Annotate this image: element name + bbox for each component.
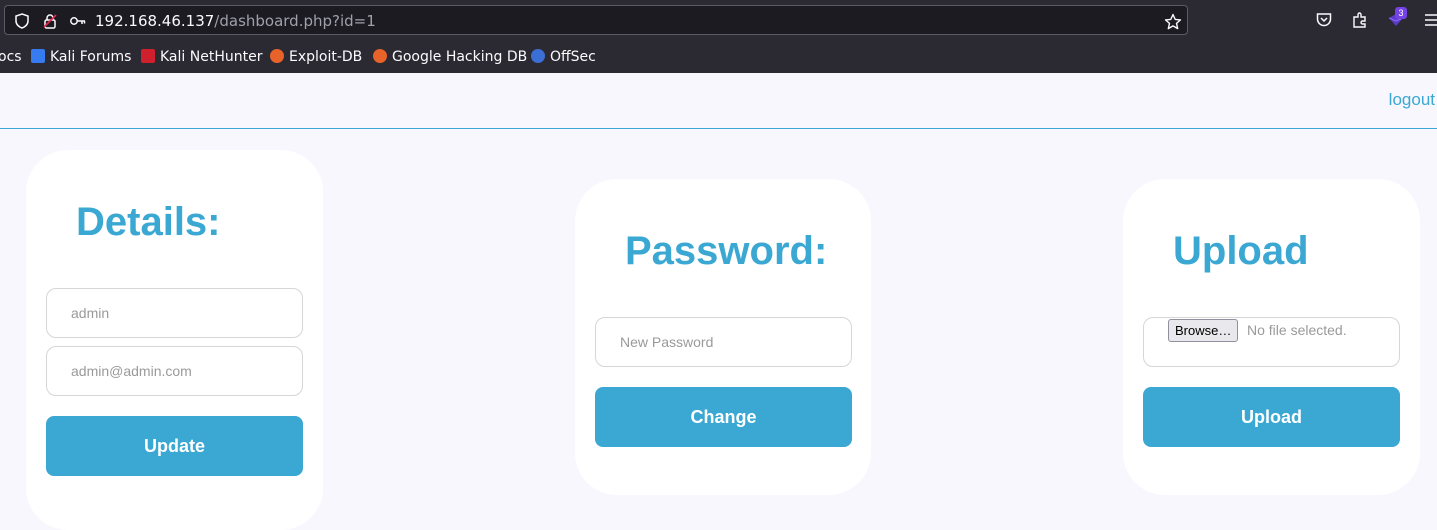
bookmark-label: Google Hacking DB [392, 49, 528, 65]
ghdb-icon [373, 49, 387, 63]
update-button[interactable]: Update [46, 416, 303, 476]
bookmark-star-icon[interactable] [1164, 13, 1182, 30]
bookmark-exploit-db[interactable]: Exploit-DB [270, 48, 362, 66]
browse-button[interactable]: Browse… [1168, 319, 1239, 342]
extensions-icon[interactable] [1351, 11, 1369, 29]
bookmark-offsec[interactable]: OffSec [531, 48, 596, 66]
bookmark-label: OffSec [550, 49, 596, 65]
bookmark-docs[interactable]: ocs [0, 48, 22, 66]
bookmark-kali-forums[interactable]: Kali Forums [31, 48, 131, 66]
upload-card: Upload Browse… No file selected. Upload [1123, 179, 1420, 495]
shield-icon[interactable] [14, 13, 30, 29]
bookmark-label: Kali NetHunter [160, 49, 263, 65]
key-icon[interactable] [69, 13, 86, 29]
bookmark-label: Kali Forums [50, 49, 132, 65]
nethunter-icon [141, 49, 155, 63]
logout-link[interactable]: logout [1389, 90, 1435, 110]
insecure-lock-icon[interactable] [42, 13, 58, 29]
bookmarks-toolbar: ocs Kali Forums Kali NetHunter Exploit-D… [0, 44, 1437, 68]
browser-chrome: 192.168.46.137/dashboard.php?id=1 3 ocs … [0, 0, 1437, 73]
no-file-label: No file selected. [1247, 322, 1347, 338]
upload-button[interactable]: Upload [1143, 387, 1400, 447]
details-card: Details: Update [26, 150, 323, 530]
menu-icon[interactable] [1423, 11, 1437, 29]
exploit-db-icon [270, 49, 284, 63]
email-input[interactable] [46, 346, 303, 396]
address-bar[interactable]: 192.168.46.137/dashboard.php?id=1 [4, 5, 1188, 35]
url-path: /dashboard.php?id=1 [214, 12, 376, 30]
bookmark-google-hacking-db[interactable]: Google Hacking DB [373, 48, 527, 66]
url-text[interactable]: 192.168.46.137/dashboard.php?id=1 [95, 12, 376, 30]
file-input[interactable]: Browse… No file selected. [1143, 317, 1400, 367]
upload-title: Upload [1173, 229, 1309, 273]
password-title: Password: [625, 229, 828, 273]
change-button[interactable]: Change [595, 387, 852, 447]
pocket-icon[interactable] [1315, 11, 1333, 29]
username-input[interactable] [46, 288, 303, 338]
kali-forums-icon [31, 49, 45, 63]
new-password-input[interactable] [595, 317, 852, 367]
details-title: Details: [76, 200, 221, 244]
bookmark-label: Exploit-DB [289, 49, 363, 65]
bookmark-kali-nethunter[interactable]: Kali NetHunter [141, 48, 262, 66]
bookmark-label: ocs [0, 49, 22, 65]
url-host: 192.168.46.137 [95, 12, 215, 30]
password-card: Password: Change [575, 179, 871, 495]
extension-badge: 3 [1395, 7, 1407, 19]
offsec-icon [531, 49, 545, 63]
top-navbar: logout [0, 73, 1437, 129]
dashboard-page: logout Details: Update Password: Change … [0, 73, 1437, 530]
